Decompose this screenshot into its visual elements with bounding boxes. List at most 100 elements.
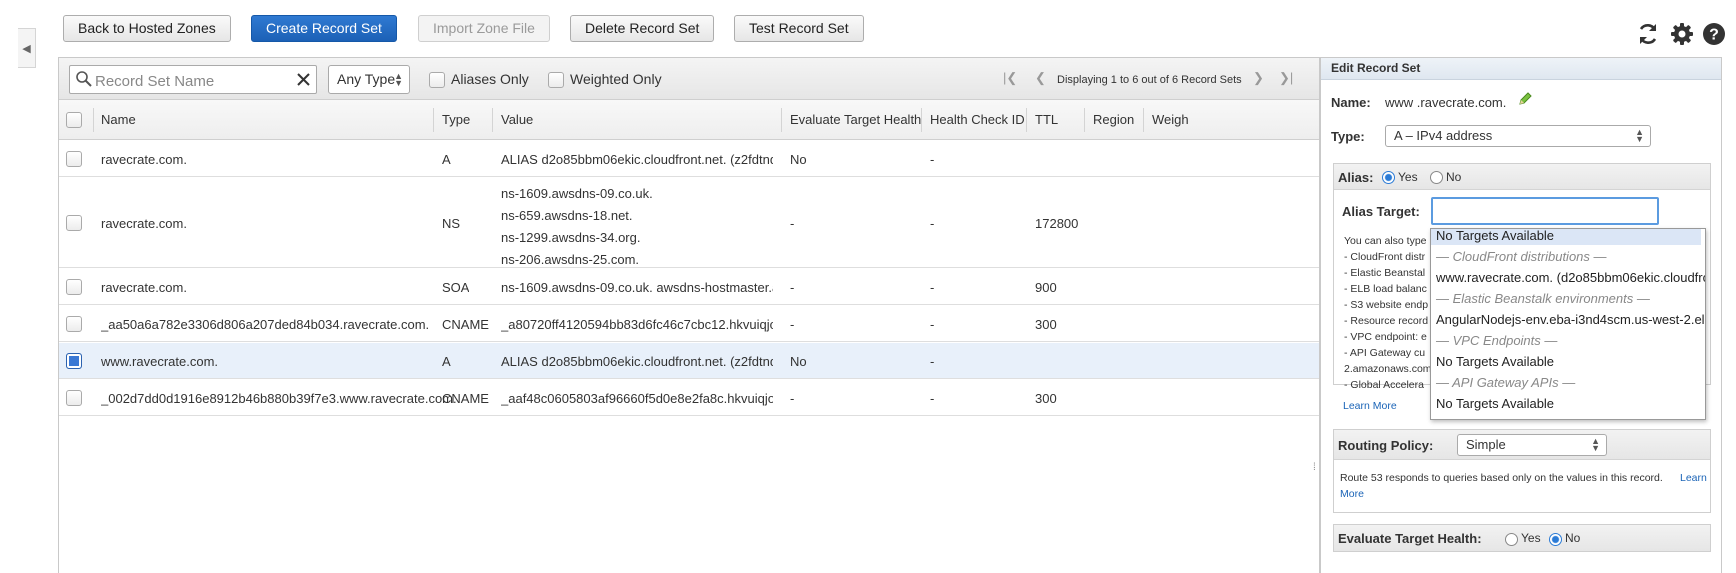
evaluate-target-health-yes-radio[interactable] <box>1505 533 1518 546</box>
row-evaluate-target-health: - <box>790 391 795 406</box>
alias-help-line: - S3 website endp <box>1344 299 1429 311</box>
filter-bar: Record Set Name Any Type ▲ ▼ Aliases Only… <box>59 58 1319 100</box>
row-ttl: 300 <box>1035 391 1057 406</box>
dropdown-option[interactable]: AngularNodejs-env.eba-i3nd4scm.us-west-2… <box>1436 312 1705 327</box>
back-to-hosted-zones-button[interactable]: Back to Hosted Zones <box>63 15 231 42</box>
clear-icon[interactable] <box>296 72 311 87</box>
evaluate-target-health-yes-label: Yes <box>1521 531 1541 545</box>
row-health-check-id: - <box>930 152 935 167</box>
row-checkbox[interactable] <box>66 353 82 369</box>
weighted-only-checkbox[interactable] <box>548 72 564 88</box>
alias-no-label: No <box>1446 170 1462 184</box>
pencil-icon[interactable] <box>1517 91 1533 107</box>
evaluate-target-health-label: Evaluate Target Health: <box>1338 531 1482 546</box>
refresh-icon[interactable] <box>1636 22 1660 46</box>
row-value-line: ns-206.awsdns-25.com. <box>501 252 640 267</box>
column-header-health-check-id[interactable]: Health Check ID <box>930 112 1025 127</box>
alias-help-line: You can also type <box>1344 235 1427 247</box>
pagination-text: Displaying 1 to 6 out of 6 Record Sets <box>1057 74 1242 86</box>
row-value: ALIAS d2o85bbm06ekic.cloudfront.net. (z2… <box>501 354 773 369</box>
panel-title: Edit Record Set <box>1321 58 1721 80</box>
table-row[interactable]: ravecrate.com. SOA ns-1609.awsdns-09.co.… <box>59 269 1319 305</box>
panel-resize-handle[interactable]: ⁞ <box>1313 462 1316 473</box>
select-all-checkbox[interactable] <box>66 112 82 128</box>
record-type-select[interactable]: A – IPv4 address ▲ ▼ <box>1385 125 1651 147</box>
row-ttl: 900 <box>1035 280 1057 295</box>
column-header-value[interactable]: Value <box>501 112 533 127</box>
record-set-name-search[interactable]: Record Set Name <box>69 65 317 94</box>
routing-policy-select[interactable]: Simple ▲ ▼ <box>1457 434 1607 456</box>
first-page-icon[interactable]: |❮ <box>1003 70 1017 86</box>
alias-help-line: - API Gateway cu <box>1344 347 1426 359</box>
alias-learn-more-link[interactable]: Learn More <box>1343 400 1397 412</box>
table-row[interactable]: ravecrate.com. A ALIAS d2o85bbm06ekic.cl… <box>59 141 1319 177</box>
alias-help-line: 2.amazonaws.com <box>1344 363 1432 375</box>
row-checkbox[interactable] <box>66 390 82 406</box>
test-record-set-button[interactable]: Test Record Set <box>734 15 864 42</box>
routing-policy-help: Route 53 responds to queries based only … <box>1340 472 1663 484</box>
row-name: _aa50a6a782e3306d806a207ded84b034.ravecr… <box>101 317 430 332</box>
row-value: ALIAS d2o85bbm06ekic.cloudfront.net. (z2… <box>501 152 773 167</box>
alias-no-radio[interactable] <box>1430 171 1443 184</box>
column-header-ttl[interactable]: TTL <box>1035 112 1058 127</box>
search-placeholder: Record Set Name <box>95 73 215 90</box>
table-row[interactable]: ravecrate.com. NS ns-1609.awsdns-09.co.u… <box>59 178 1319 268</box>
row-name: _002d7dd0d1916e8912b46b880b39f7e3.www.ra… <box>101 391 457 406</box>
routing-policy-value: Simple <box>1466 437 1506 452</box>
row-health-check-id: - <box>930 216 935 231</box>
row-checkbox[interactable] <box>66 316 82 332</box>
dropdown-option[interactable]: www.ravecrate.com. (d2o85bbm06ekic.cloud… <box>1436 270 1705 285</box>
column-divider <box>433 108 434 132</box>
column-header-evaluate-target-health[interactable]: Evaluate Target Health <box>790 112 921 127</box>
dropdown-group-label: — API Gateway APIs — <box>1436 375 1576 390</box>
dropdown-option[interactable]: No Targets Available <box>1436 396 1554 411</box>
previous-page-icon[interactable]: ❮ <box>1035 70 1046 86</box>
aliases-only-label: Aliases Only <box>451 71 529 87</box>
row-checkbox[interactable] <box>66 279 82 295</box>
row-type: NS <box>442 216 461 231</box>
row-evaluate-target-health: - <box>790 317 795 332</box>
routing-learn-more-link[interactable]: More <box>1340 488 1364 500</box>
create-record-set-button[interactable]: Create Record Set <box>251 15 397 42</box>
alias-help-line: - Elastic Beanstal <box>1344 267 1426 279</box>
import-zone-file-button[interactable]: Import Zone File <box>418 15 550 42</box>
row-checkbox[interactable] <box>66 215 82 231</box>
row-evaluate-target-health: - <box>790 216 795 231</box>
alias-yes-radio[interactable] <box>1382 171 1395 184</box>
alias-target-input[interactable] <box>1431 197 1659 225</box>
column-divider <box>93 108 94 132</box>
column-header-name[interactable]: Name <box>101 112 136 127</box>
table-row[interactable]: _002d7dd0d1916e8912b46b880b39f7e3.www.ra… <box>59 380 1319 416</box>
evaluate-target-health-no-radio[interactable] <box>1549 533 1562 546</box>
alias-target-dropdown: No Targets Available — CloudFront distri… <box>1430 228 1706 420</box>
row-value-line: ns-659.awsdns-18.net. <box>501 208 633 223</box>
column-header-weight[interactable]: Weigh <box>1152 112 1189 127</box>
row-type: CNAME <box>442 391 489 406</box>
row-checkbox[interactable] <box>66 151 82 167</box>
gear-icon[interactable] <box>1670 22 1694 46</box>
column-divider <box>1143 108 1144 132</box>
aliases-only-checkbox[interactable] <box>429 72 445 88</box>
column-header-region[interactable]: Region <box>1093 112 1134 127</box>
type-filter-select[interactable]: Any Type ▲ ▼ <box>328 65 410 94</box>
alias-help-line: - Global Accelera <box>1344 379 1424 391</box>
row-ttl: 172800 <box>1035 216 1079 231</box>
alias-help-line: - Resource record <box>1344 315 1429 327</box>
table-row-selected[interactable]: www.ravecrate.com. A ALIAS d2o85bbm06eki… <box>59 343 1319 379</box>
delete-record-set-button[interactable]: Delete Record Set <box>570 15 715 42</box>
row-evaluate-target-health: No <box>790 354 807 369</box>
search-icon <box>76 71 92 87</box>
next-page-icon[interactable]: ❯ <box>1253 70 1264 86</box>
collapse-sidebar-tab[interactable]: ◀ <box>18 28 36 68</box>
column-header-type[interactable]: Type <box>442 112 470 127</box>
column-divider <box>781 108 782 132</box>
last-page-icon[interactable]: ❯| <box>1279 70 1293 86</box>
dropdown-option[interactable]: No Targets Available <box>1436 229 1554 243</box>
evaluate-target-health-section: Evaluate Target Health: Yes No <box>1333 524 1711 552</box>
record-type-value: A – IPv4 address <box>1394 128 1493 143</box>
routing-learn-more-link[interactable]: Learn <box>1680 472 1707 484</box>
dropdown-option[interactable]: No Targets Available <box>1436 354 1554 369</box>
table-row[interactable]: _aa50a6a782e3306d806a207ded84b034.ravecr… <box>59 306 1319 342</box>
help-icon[interactable]: ? <box>1702 22 1726 46</box>
row-type: SOA <box>442 280 470 295</box>
